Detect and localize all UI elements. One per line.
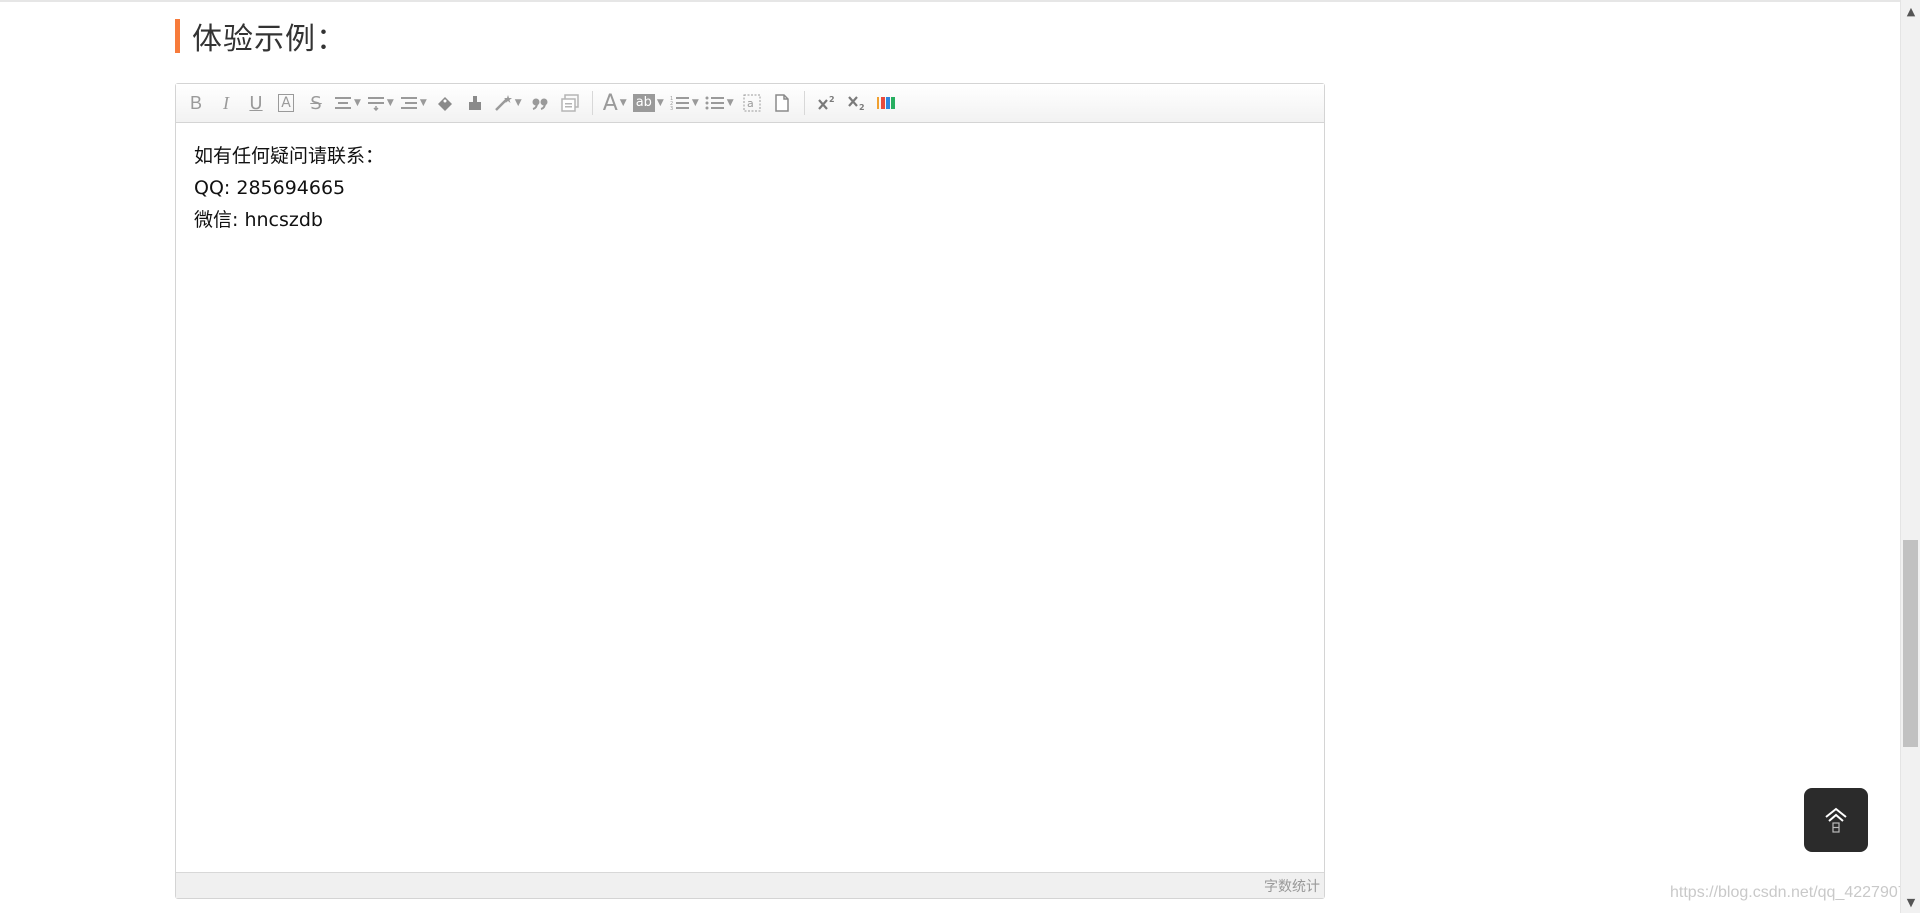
scroll-down-arrow[interactable]: ▼ <box>1901 893 1920 911</box>
paragraph-spacing-icon <box>367 97 384 111</box>
strikethrough-button[interactable]: S <box>304 90 328 116</box>
font-border-icon: A <box>278 94 294 112</box>
bold-icon: B <box>189 92 202 113</box>
paragraph-spacing-dropdown[interactable]: ▼ <box>367 90 394 116</box>
highlight-icon: ab <box>632 94 655 112</box>
section-accent-bar <box>175 19 180 53</box>
font-border-button[interactable]: A <box>274 90 298 116</box>
ordered-list-icon: 123 <box>670 96 689 111</box>
content-line: QQ: 285694665 <box>194 177 346 199</box>
align-dropdown[interactable]: ▼ <box>334 90 361 116</box>
unordered-list-dropdown[interactable]: ▼ <box>705 90 734 116</box>
code-block-icon <box>560 94 579 112</box>
subscript-icon: 2 <box>847 96 865 111</box>
superscript-button[interactable]: 2 <box>815 90 839 116</box>
superscript-icon: 2 <box>817 95 835 110</box>
emoticon-button[interactable] <box>875 90 899 116</box>
svg-text:a: a <box>747 97 754 110</box>
svg-text:2: 2 <box>829 95 835 104</box>
chevron-down-icon: ▼ <box>419 98 427 108</box>
rich-text-editor: B I U A S ▼ ▼ ▼ ▼ A ▼ ab ▼ 1 2 3 ▼ ▼ a 2… <box>175 83 1325 899</box>
font-color-dropdown[interactable]: A ▼ <box>603 90 627 116</box>
section-title: 体验示例： <box>192 22 347 57</box>
toolbar-separator <box>591 91 593 115</box>
anchor-icon: a <box>743 94 761 112</box>
magic-wand-icon <box>494 95 512 111</box>
new-document-button[interactable] <box>770 90 794 116</box>
svg-text:3: 3 <box>670 106 673 111</box>
scroll-thumb[interactable] <box>1903 540 1918 747</box>
svg-text:2: 2 <box>859 103 865 111</box>
chevron-down-icon: ▼ <box>354 98 361 108</box>
chevron-down-icon: ▼ <box>726 98 734 108</box>
quote-icon <box>532 98 548 110</box>
clear-format-button[interactable] <box>433 90 457 116</box>
italic-icon: I <box>223 92 229 113</box>
bold-button[interactable]: B <box>184 90 208 116</box>
vertical-scrollbar[interactable]: ▲ ▼ <box>1900 0 1920 913</box>
editor-statusbar: 字数统计 <box>176 872 1324 898</box>
italic-button[interactable]: I <box>214 90 238 116</box>
word-count-label[interactable]: 字数统计 <box>1264 876 1320 896</box>
background-color-dropdown[interactable]: ab ▼ <box>632 90 664 116</box>
paint-brush-icon <box>468 96 481 110</box>
watermark: https://blog.csdn.net/qq_42279077 <box>1670 884 1916 901</box>
top-divider <box>0 0 1900 2</box>
line-height-icon <box>400 97 417 109</box>
insert-anchor-button[interactable]: a <box>740 90 764 116</box>
underline-button[interactable]: U <box>244 90 268 116</box>
back-to-top-button[interactable] <box>1804 788 1868 852</box>
scroll-up-arrow[interactable]: ▲ <box>1901 2 1920 20</box>
line-height-dropdown[interactable]: ▼ <box>400 90 427 116</box>
chevron-down-icon: ▼ <box>514 98 522 108</box>
ordered-list-dropdown[interactable]: 123 ▼ <box>670 90 699 116</box>
chevron-down-icon: ▼ <box>656 98 664 108</box>
underline-icon: U <box>249 92 263 114</box>
editor-content[interactable]: 如有任何疑问请联系： QQ: 285694665 微信: hncszdb <box>194 140 1306 236</box>
format-painter-button[interactable] <box>463 90 487 116</box>
content-line: 如有任何疑问请联系： <box>194 145 385 167</box>
chevron-down-icon: ▼ <box>691 98 699 108</box>
eraser-icon <box>437 97 452 111</box>
blockquote-button[interactable] <box>528 90 552 116</box>
section-header: 体验示例： <box>175 18 347 57</box>
back-to-top-icon <box>1825 807 1847 833</box>
colorful-icon <box>876 97 895 109</box>
chevron-down-icon: ▼ <box>386 98 394 108</box>
unordered-list-icon <box>705 96 724 110</box>
chevron-down-icon: ▼ <box>619 98 627 108</box>
align-center-icon <box>335 97 351 109</box>
content-line: 微信: hncszdb <box>194 209 323 231</box>
subscript-button[interactable]: 2 <box>845 90 869 116</box>
magic-format-dropdown[interactable]: ▼ <box>493 90 522 116</box>
font-color-icon: A <box>602 90 618 116</box>
insert-code-button[interactable] <box>558 90 582 116</box>
strikethrough-icon: S <box>310 92 322 114</box>
editor-toolbar: B I U A S ▼ ▼ ▼ ▼ A ▼ ab ▼ 1 2 3 ▼ ▼ a 2… <box>176 84 1324 123</box>
document-icon <box>774 94 789 112</box>
toolbar-separator <box>803 91 805 115</box>
